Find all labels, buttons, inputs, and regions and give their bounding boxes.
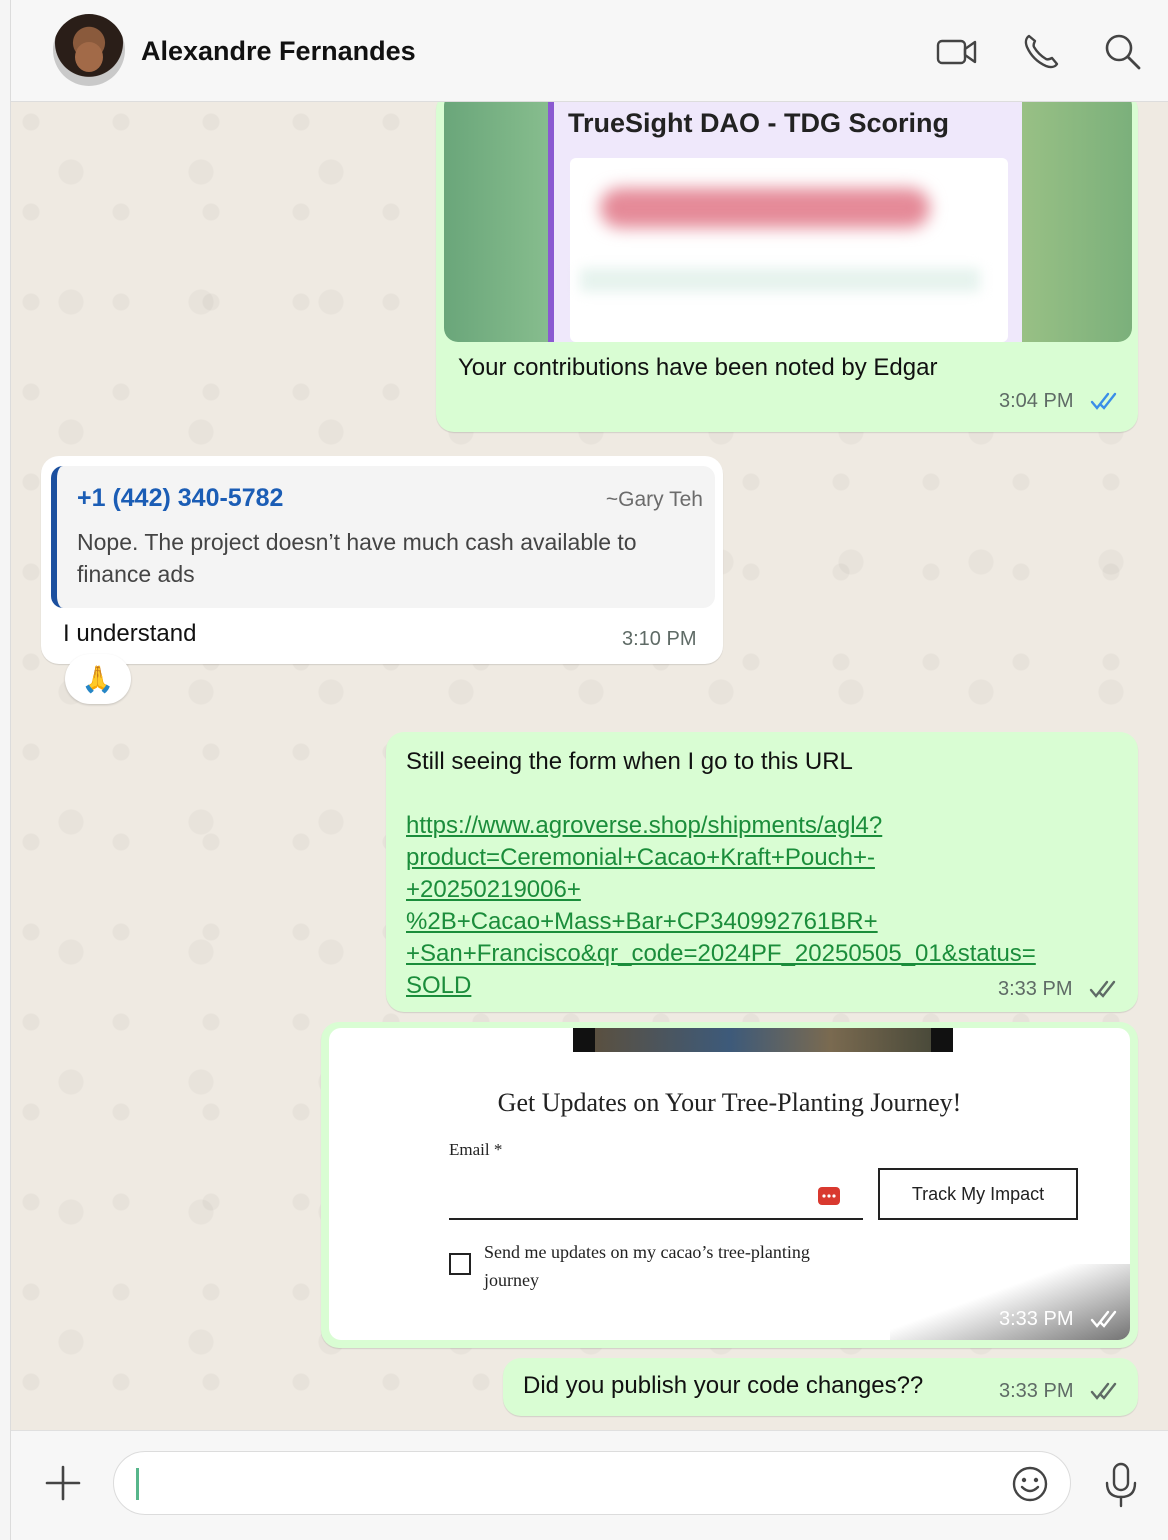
message-text: Did you publish your code changes??: [523, 1372, 924, 1399]
checkbox-label: Send me updates on my cacao’s tree-plant…: [484, 1238, 810, 1294]
link-line[interactable]: https://www.agroverse.shop/shipments/agl…: [406, 810, 1126, 842]
preview-title: TrueSight DAO - TDG Scoring: [568, 108, 950, 138]
photo-strip: [573, 1028, 953, 1052]
checkbox-label-line: Send me updates on my cacao’s tree-plant…: [484, 1242, 810, 1262]
shipment-link[interactable]: https://www.agroverse.shop/shipments/agl…: [406, 810, 1126, 1002]
message-time: 3:33 PM: [998, 978, 1073, 1000]
email-label: Email *: [449, 1140, 503, 1159]
form-screenshot-image[interactable]: Get Updates on Your Tree-Planting Journe…: [329, 1028, 1130, 1340]
delivered-receipt-icon: [1090, 1382, 1117, 1400]
password-manager-icon[interactable]: [817, 1184, 841, 1208]
window-edge: [0, 0, 11, 1540]
contact-name[interactable]: Alexandre Fernandes: [141, 36, 416, 67]
microphone-icon[interactable]: [1099, 1461, 1143, 1509]
message-text: Your contributions have been noted by Ed…: [458, 354, 938, 381]
link-line[interactable]: +San+Francisco&qr_code=2024PF_20250505_0…: [406, 938, 1126, 970]
updates-checkbox[interactable]: [449, 1253, 471, 1275]
message-text: Still seeing the form when I go to this …: [406, 748, 853, 775]
chat-header: Alexandre Fernandes: [11, 0, 1168, 102]
delivered-receipt-icon: [1089, 980, 1116, 998]
emoji-icon[interactable]: [1010, 1464, 1050, 1504]
contact-avatar[interactable]: [53, 14, 125, 86]
delivered-receipt-icon: [1090, 1310, 1117, 1328]
quoted-sender-name: ~Gary Teh: [605, 488, 703, 511]
message-text: I understand: [63, 620, 197, 647]
search-icon[interactable]: [1101, 30, 1145, 74]
email-input[interactable]: [449, 1178, 863, 1220]
message-time: 3:33 PM: [999, 1308, 1074, 1330]
link-preview-image[interactable]: TrueSight DAO - TDG Scoring: [444, 102, 1132, 342]
form-title: Get Updates on Your Tree-Planting Journe…: [497, 1088, 962, 1117]
text-caret: [136, 1468, 139, 1500]
quoted-message[interactable]: +1 (442) 340-5782 ~Gary Teh Nope. The pr…: [51, 466, 715, 608]
quoted-text: Nope. The project doesn’t have much cash…: [77, 529, 637, 587]
checkbox-label-line: journey: [484, 1270, 539, 1290]
message-bubble-outgoing[interactable]: Still seeing the form when I go to this …: [386, 732, 1138, 1012]
message-bubble-incoming[interactable]: +1 (442) 340-5782 ~Gary Teh Nope. The pr…: [41, 456, 723, 664]
message-time: 3:33 PM: [999, 1380, 1074, 1402]
message-time: 3:04 PM: [999, 390, 1074, 412]
link-line[interactable]: %2B+Cacao+Mass+Bar+CP340992761BR+: [406, 906, 1126, 938]
reaction-badge[interactable]: 🙏: [65, 654, 131, 704]
link-line[interactable]: product=Ceremonial+Cacao+Kraft+Pouch+-: [406, 842, 1126, 874]
chat-area[interactable]: TrueSight DAO - TDG Scoring Your contrib…: [11, 102, 1168, 1430]
composer-bar: [11, 1430, 1168, 1540]
message-bubble-outgoing[interactable]: TrueSight DAO - TDG Scoring Your contrib…: [436, 102, 1138, 432]
plus-icon[interactable]: [43, 1463, 83, 1503]
message-bubble-outgoing[interactable]: Did you publish your code changes?? 3:33…: [503, 1358, 1138, 1416]
message-time: 3:10 PM: [622, 628, 697, 650]
message-input[interactable]: [113, 1451, 1071, 1515]
voice-call-icon[interactable]: [1019, 30, 1063, 74]
blurred-document-content: [570, 158, 1008, 342]
link-line[interactable]: +20250219006+: [406, 874, 1126, 906]
track-impact-button[interactable]: Track My Impact: [878, 1168, 1078, 1220]
message-bubble-outgoing[interactable]: Get Updates on Your Tree-Planting Journe…: [321, 1022, 1138, 1348]
quoted-sender-phone: +1 (442) 340-5782: [77, 484, 284, 512]
read-receipt-icon: [1090, 392, 1117, 410]
video-call-icon[interactable]: [935, 30, 979, 74]
document-preview-card: TrueSight DAO - TDG Scoring: [548, 102, 1022, 342]
